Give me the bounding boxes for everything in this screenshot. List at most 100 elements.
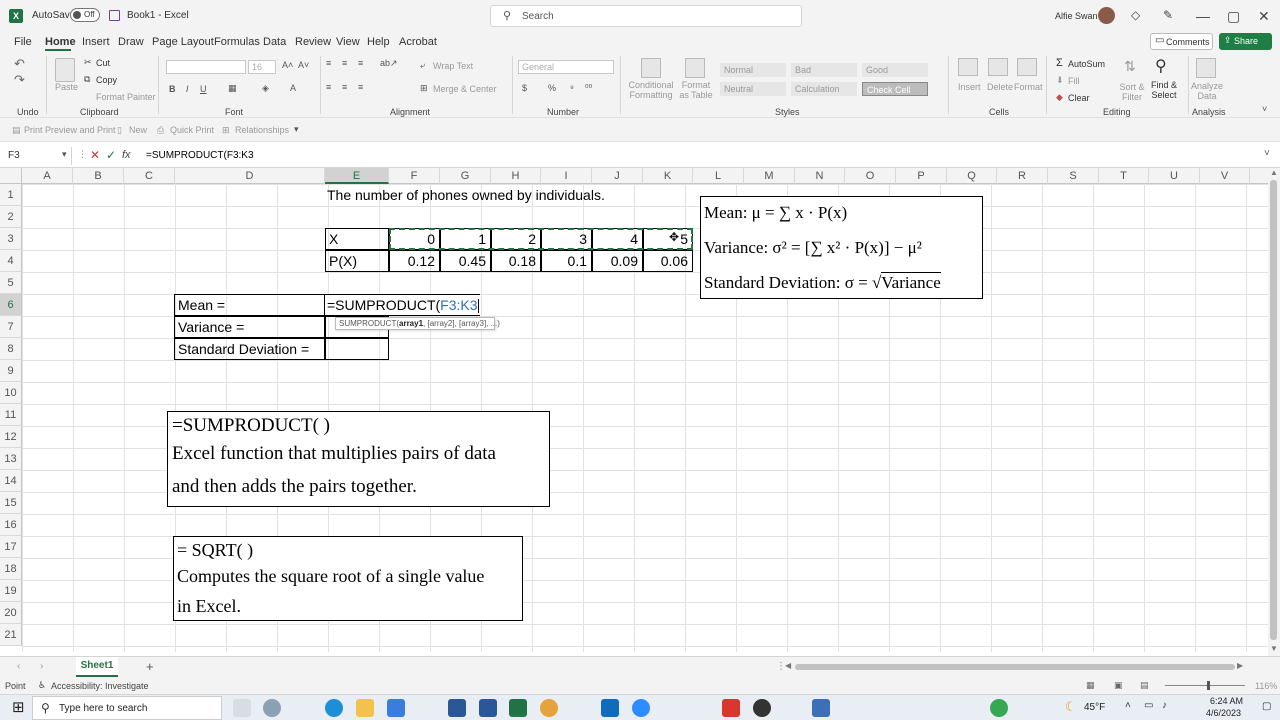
zoom-app-icon[interactable] [632, 699, 650, 717]
undo-icon[interactable]: ↶ [14, 56, 25, 72]
wd-app-icon[interactable] [812, 699, 830, 717]
column-header-i[interactable]: I [541, 168, 592, 184]
delete-cells-icon[interactable] [988, 58, 1008, 76]
tab-draw[interactable]: Draw [118, 36, 144, 48]
p-value-cell[interactable]: 0.1 [541, 250, 592, 272]
wrap-text-button[interactable]: Wrap Text [433, 61, 473, 71]
p-value-cell[interactable]: 0.18 [491, 250, 541, 272]
fill-icon[interactable]: ⬇ [1056, 75, 1064, 86]
conditional-formatting-button[interactable]: Conditional Formatting [626, 80, 676, 100]
column-header-b[interactable]: B [73, 168, 124, 184]
clock-date[interactable]: 4/6/2023 [1206, 708, 1241, 718]
notifications-icon[interactable]: ▢ [1262, 701, 1271, 712]
p-value-cell[interactable]: 0.09 [592, 250, 643, 272]
comments-button[interactable]: ▭ Comments [1150, 33, 1213, 50]
find-select-button[interactable]: Find & Select [1148, 80, 1180, 100]
column-header-e[interactable]: E [325, 168, 389, 184]
tab-data[interactable]: Data [263, 36, 286, 48]
column-header-k[interactable]: K [643, 168, 693, 184]
analyze-data-button[interactable]: Analyze Data [1190, 81, 1224, 101]
comma-icon[interactable]: ⁹ [570, 83, 574, 93]
column-header-f[interactable]: F [389, 168, 440, 184]
row-header-16[interactable]: 16 [0, 514, 22, 536]
page-break-view-icon[interactable]: ▤ [1140, 680, 1149, 691]
borders-icon[interactable]: ▦ [228, 83, 237, 94]
pen-icon[interactable]: ✎ [1163, 8, 1173, 22]
share-button[interactable]: ⇪ Share [1219, 33, 1272, 50]
chrome-icon[interactable] [540, 699, 558, 717]
sort-filter-icon[interactable]: ⇅ [1124, 58, 1136, 75]
conditional-formatting-icon[interactable] [641, 58, 661, 78]
sqrt-note-box[interactable]: = SQRT( ) Computes the square root of a … [173, 536, 523, 621]
formula-reference-box[interactable]: Mean: μ = ∑ x · P(x) Variance: σ² = [∑ x… [700, 196, 983, 299]
column-header-p[interactable]: P [896, 168, 947, 184]
acrobat-icon[interactable] [722, 699, 740, 717]
p-value-cell[interactable]: 0.06 [643, 250, 693, 272]
tab-view[interactable]: View [336, 36, 360, 48]
format-cells-button[interactable]: Format [1014, 82, 1043, 92]
column-header-o[interactable]: O [845, 168, 896, 184]
worksheet-grid[interactable]: The number of phones owned by individual… [22, 184, 1270, 652]
add-sheet-button[interactable]: + [146, 659, 154, 674]
align-left-icon[interactable]: ≡ [326, 82, 331, 92]
align-center-icon[interactable]: ≡ [342, 82, 347, 92]
sort-filter-button[interactable]: Sort & Filter [1118, 82, 1146, 102]
scroll-down-icon[interactable]: ▼ [1270, 644, 1278, 653]
quick-print-icon[interactable]: ⎙ [157, 125, 164, 136]
column-header-r[interactable]: R [997, 168, 1048, 184]
maximize-button[interactable]: ▢ [1227, 8, 1240, 25]
enter-icon[interactable]: ✓ [106, 148, 116, 162]
p-value-cell[interactable]: 0.12 [389, 250, 440, 272]
column-header-d[interactable]: D [175, 168, 325, 184]
volume-icon[interactable]: ♪ [1162, 700, 1167, 711]
underline-icon[interactable]: U [200, 84, 207, 94]
style-bad[interactable]: Bad [791, 63, 857, 77]
accessibility-icon[interactable]: ♿ [38, 680, 46, 691]
scroll-up-icon[interactable]: ▲ [1270, 168, 1278, 177]
scissors-icon[interactable]: ✂ [84, 57, 92, 68]
clock-time[interactable]: 6:24 AM [1210, 696, 1243, 706]
row-header-21[interactable]: 21 [0, 624, 22, 646]
sumproduct-note-box[interactable]: =SUMPRODUCT( ) Excel function that multi… [167, 411, 550, 507]
align-bottom-icon[interactable]: ≡ [358, 58, 363, 68]
zoom-slider[interactable] [1165, 681, 1245, 690]
paste-icon[interactable] [55, 58, 75, 82]
network-icon[interactable]: ▭ [1144, 700, 1153, 711]
row-header-4[interactable]: 4 [0, 250, 22, 272]
copy-button[interactable]: Copy [96, 75, 117, 85]
column-header-u[interactable]: U [1149, 168, 1200, 184]
column-header-t[interactable]: T [1099, 168, 1149, 184]
fill-button[interactable]: Fill [1068, 76, 1080, 86]
copy-icon[interactable]: ⧉ [84, 74, 90, 85]
row-header-20[interactable]: 20 [0, 602, 22, 624]
minimize-button[interactable]: — [1196, 8, 1210, 24]
currency-icon[interactable]: $ [522, 83, 527, 93]
page-layout-view-icon[interactable]: ▣ [1114, 680, 1123, 691]
row-header-12[interactable]: 12 [0, 426, 22, 448]
row-header-10[interactable]: 10 [0, 382, 22, 404]
tab-formulas[interactable]: Formulas [214, 36, 260, 48]
tab-home[interactable]: Home [45, 36, 76, 48]
font-color-icon[interactable]: A [290, 83, 296, 93]
expand-formula-icon[interactable]: ˅ [1264, 148, 1270, 159]
qat-new[interactable]: New [129, 125, 147, 135]
search-box[interactable]: ⚲ Search [490, 5, 802, 27]
tab-file[interactable]: File [14, 36, 32, 48]
vertical-scroll-thumb[interactable] [1270, 180, 1277, 640]
active-cell-editor[interactable]: =SUMPRODUCT(F3:K3 [325, 294, 480, 316]
chrome-alt-icon[interactable] [990, 699, 1008, 717]
prev-sheet-icon[interactable]: ‹ [17, 661, 20, 672]
formula-input[interactable]: =SUMPRODUCT(F3:K3 [146, 150, 254, 161]
column-header-a[interactable]: A [22, 168, 73, 184]
print-preview-icon[interactable]: ▤ [12, 125, 21, 136]
qat-customize-icon[interactable]: ▾ [294, 124, 299, 135]
tab-insert[interactable]: Insert [82, 36, 110, 48]
row-header-19[interactable]: 19 [0, 580, 22, 602]
style-check-cell[interactable]: Check Cell [862, 82, 928, 96]
collapse-ribbon-icon[interactable]: ˅ [1262, 104, 1267, 114]
px-label-cell[interactable]: P(X) [325, 250, 389, 272]
style-good[interactable]: Good [862, 63, 928, 77]
increase-decimal-icon[interactable]: ⁰⁰ [585, 83, 592, 94]
row-header-9[interactable]: 9 [0, 360, 22, 382]
row-header-17[interactable]: 17 [0, 536, 22, 558]
